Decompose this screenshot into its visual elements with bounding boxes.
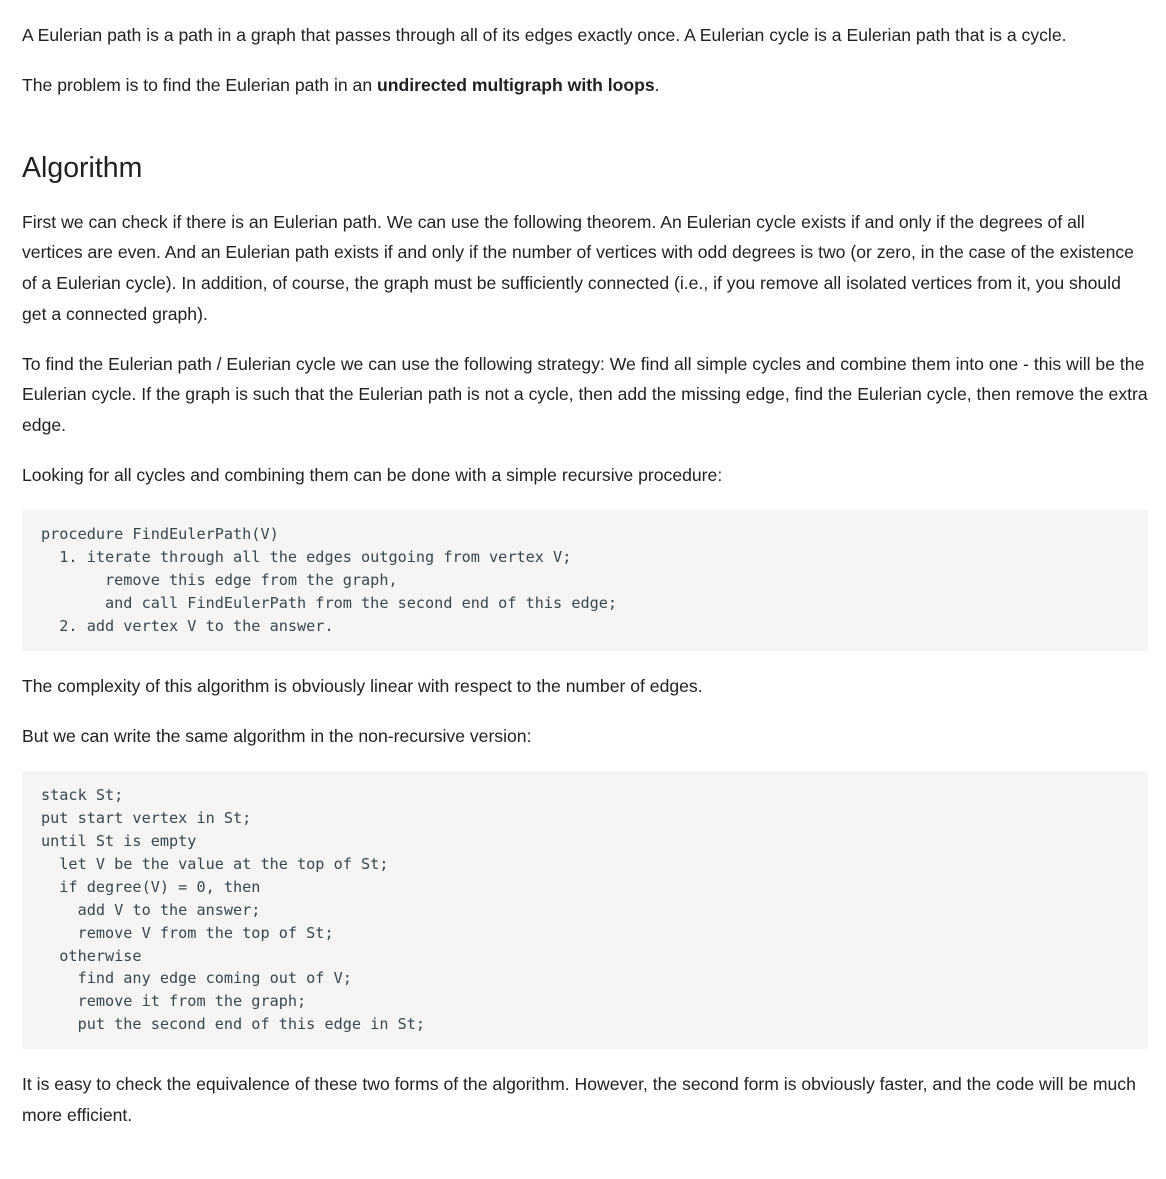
code-recursive: procedure FindEulerPath(V) 1. iterate th…	[41, 525, 618, 635]
code-block-nonrecursive: stack St; put start vertex in St; until …	[22, 771, 1148, 1050]
problem-text-start: The problem is to find the Eulerian path…	[22, 75, 378, 96]
problem-emphasis: undirected multigraph with loops	[377, 75, 655, 96]
algorithm-paragraph-nonrecursive-intro: But we can write the same algorithm in t…	[22, 726, 532, 747]
code-nonrecursive: stack St; put start vertex in St; until …	[41, 786, 426, 1034]
section-heading-algorithm: Algorithm	[22, 151, 143, 184]
problem-text-end: .	[654, 75, 660, 96]
intro-paragraph-definition: A Eulerian path is a path in a graph tha…	[22, 25, 1067, 45]
algorithm-paragraph-equivalence: It is easy to check the equivalence of t…	[22, 1074, 1136, 1125]
algorithm-paragraph-recursive-intro: Looking for all cycles and combining the…	[22, 465, 723, 486]
intro-paragraph-problem: The problem is to find the Eulerian path…	[22, 70, 1148, 101]
algorithm-paragraph-complexity: The complexity of this algorithm is obvi…	[22, 675, 703, 696]
code-block-recursive: procedure FindEulerPath(V) 1. iterate th…	[22, 510, 1148, 651]
algorithm-paragraph-strategy: To find the Eulerian path / Eulerian cyc…	[22, 353, 1148, 435]
algorithm-paragraph-theorem: First we can check if there is an Euleri…	[22, 211, 1134, 324]
